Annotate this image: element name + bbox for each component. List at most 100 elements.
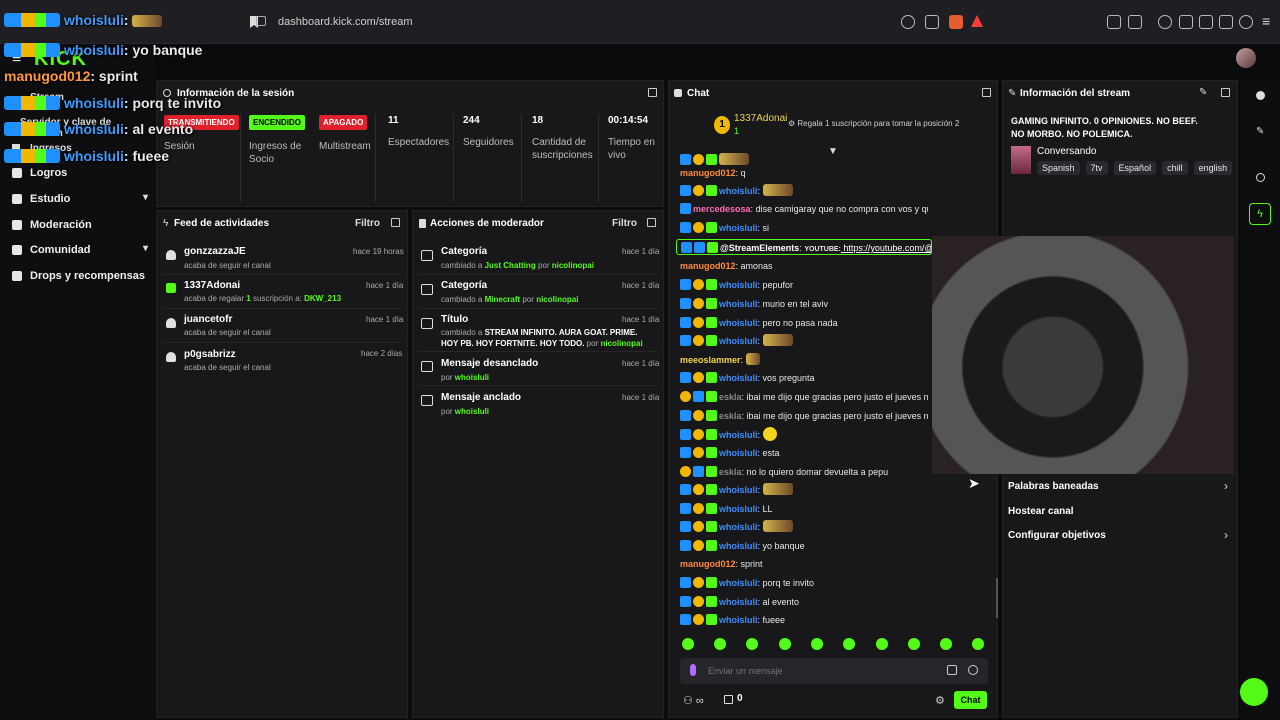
filter-button[interactable]: Filtro: [612, 218, 637, 229]
tag[interactable]: english: [1193, 161, 1233, 175]
sidebar-item-logros[interactable]: Logros: [12, 163, 152, 183]
menu-host-channel[interactable]: Hostear canal: [1008, 506, 1074, 517]
mod-user[interactable]: nicolinopai: [536, 295, 578, 304]
chat-username[interactable]: whoisluli: [719, 541, 758, 551]
site-info-icon[interactable]: [256, 16, 266, 26]
chat-username[interactable]: whoisluli: [719, 299, 758, 309]
popout-icon[interactable]: [1221, 88, 1230, 97]
emote-shortcut-icon[interactable]: [746, 638, 758, 650]
feed-item-name[interactable]: p0gsabrizz: [184, 349, 236, 360]
chat-username[interactable]: whoisluli: [719, 430, 758, 440]
tag[interactable]: chill: [1162, 161, 1188, 175]
settings-gear-icon[interactable]: ⚙: [935, 694, 945, 707]
chat-username[interactable]: whoisluli: [719, 186, 758, 196]
mod-user[interactable]: nicolinopai: [600, 339, 642, 348]
zoom-icon[interactable]: [901, 15, 915, 29]
tag[interactable]: 7tv: [1085, 161, 1108, 175]
gift-prompt[interactable]: ⚙ Regala 1 suscripción para tomar la pos…: [788, 119, 959, 128]
menu-icon[interactable]: ≡: [1262, 14, 1270, 28]
chat-username[interactable]: manugod012: [680, 261, 736, 271]
chat-username[interactable]: whoisluli: [719, 485, 758, 495]
chat-username[interactable]: manugod012: [680, 559, 736, 569]
chat-username[interactable]: manugod012: [680, 168, 736, 178]
tag[interactable]: Español: [1113, 161, 1157, 175]
rewards-icon[interactable]: [971, 15, 983, 27]
chat-username[interactable]: whoisluli: [719, 448, 758, 458]
mod-user[interactable]: whoisluli: [455, 407, 489, 416]
mod-user[interactable]: nicolinopai: [552, 261, 594, 270]
chat-username[interactable]: whoisluli: [719, 578, 758, 588]
chat-username[interactable]: meeoslammer: [680, 355, 741, 365]
vpn-icon[interactable]: [1239, 15, 1253, 29]
help-chat-icon[interactable]: [1240, 678, 1268, 706]
chat-username[interactable]: whoisluli: [719, 318, 758, 328]
address-bar[interactable]: dashboard.kick.com/stream: [248, 10, 993, 34]
emote-shortcut-icon[interactable]: [940, 638, 952, 650]
chat-username[interactable]: eskla: [719, 411, 742, 421]
store-icon[interactable]: [724, 695, 733, 704]
music-icon[interactable]: [1158, 15, 1172, 29]
wallet-icon[interactable]: [1199, 15, 1213, 29]
edit-icon[interactable]: ✎: [1199, 87, 1207, 98]
popout-icon[interactable]: [648, 88, 657, 97]
menu-banned-words[interactable]: Palabras baneadas: [1008, 481, 1099, 492]
pencil-icon[interactable]: ✎: [1256, 126, 1264, 137]
sidebar-item-estudio[interactable]: Estudio ▾: [12, 189, 152, 209]
info-icon[interactable]: [1256, 91, 1265, 100]
send-chat-button[interactable]: Chat: [954, 691, 987, 709]
sidebar-item-moderacion[interactable]: Moderación: [12, 215, 152, 235]
leo-icon[interactable]: [1219, 15, 1233, 29]
extensions-icon[interactable]: [1107, 15, 1121, 29]
chat-link[interactable]: https://youtube.com/@nicol: [841, 243, 931, 253]
brave-shield-icon[interactable]: [949, 15, 963, 29]
feed-item-name[interactable]: 1337Adonai: [184, 280, 240, 291]
chat-username[interactable]: @StreamElements: [720, 243, 799, 253]
sidebar-toggle-icon[interactable]: [1179, 15, 1193, 29]
chat-username[interactable]: eskla: [719, 392, 742, 402]
category-thumbnail[interactable]: [1011, 146, 1031, 174]
emote-shortcut-icon[interactable]: [714, 638, 726, 650]
7tv-icon[interactable]: [947, 665, 957, 675]
emote-shortcut-icon[interactable]: [908, 638, 920, 650]
tab-icon[interactable]: [1128, 15, 1142, 29]
mod-user[interactable]: whoisluli: [455, 373, 489, 382]
sidebar-item-comunidad[interactable]: Comunidad ▾: [12, 240, 152, 260]
emote-shortcut-icon[interactable]: [843, 638, 855, 650]
chat-input[interactable]: [708, 661, 938, 681]
lightning-icon[interactable]: ϟ: [1249, 203, 1271, 225]
chat-username[interactable]: whoisluli: [719, 223, 758, 233]
emote-shortcut-icon[interactable]: [682, 638, 694, 650]
chat-username[interactable]: whoisluli: [719, 280, 758, 290]
popout-icon[interactable]: [647, 218, 656, 227]
chat-username[interactable]: whoisluli: [719, 522, 758, 532]
popout-icon[interactable]: [391, 218, 400, 227]
target-icon[interactable]: [1256, 173, 1265, 182]
popout-icon[interactable]: [982, 88, 991, 97]
chat-scrollbar[interactable]: [996, 578, 998, 618]
chat-username[interactable]: whoisluli: [719, 615, 758, 625]
tag[interactable]: Spanish: [1037, 161, 1080, 175]
chat-username[interactable]: whoisluli: [719, 336, 758, 346]
emote-shortcut-icon[interactable]: [779, 638, 791, 650]
gift-leader-name[interactable]: 1337Adonai: [734, 113, 787, 124]
emoji-icon[interactable]: [968, 665, 978, 675]
menu-goals[interactable]: Configurar objetivos: [1008, 530, 1106, 541]
users-infinity-icon[interactable]: ⚇ ∞: [683, 694, 704, 707]
chat-username[interactable]: whoisluli: [719, 373, 758, 383]
microphone-icon[interactable]: [690, 664, 696, 676]
feed-item-name[interactable]: gonzzazzaJE: [184, 246, 246, 257]
chat-username[interactable]: eskla: [719, 467, 742, 477]
chat-username[interactable]: whoisluli: [719, 597, 758, 607]
filter-button[interactable]: Filtro: [355, 218, 380, 229]
sidebar-item-drops[interactable]: Drops y recompensas: [12, 266, 152, 286]
emote-shortcut-icon[interactable]: [876, 638, 888, 650]
chat-username[interactable]: mercedesosa: [693, 204, 751, 214]
share-icon[interactable]: [925, 15, 939, 29]
category-name[interactable]: Conversando: [1037, 146, 1096, 157]
chat-username[interactable]: whoisluli: [719, 504, 758, 514]
avatar[interactable]: [1236, 48, 1256, 68]
feed-sub-target[interactable]: DKW_213: [304, 294, 341, 303]
emote-shortcut-icon[interactable]: [811, 638, 823, 650]
emote-shortcut-icon[interactable]: [972, 638, 984, 650]
feed-item-name[interactable]: juancetofr: [184, 314, 232, 325]
